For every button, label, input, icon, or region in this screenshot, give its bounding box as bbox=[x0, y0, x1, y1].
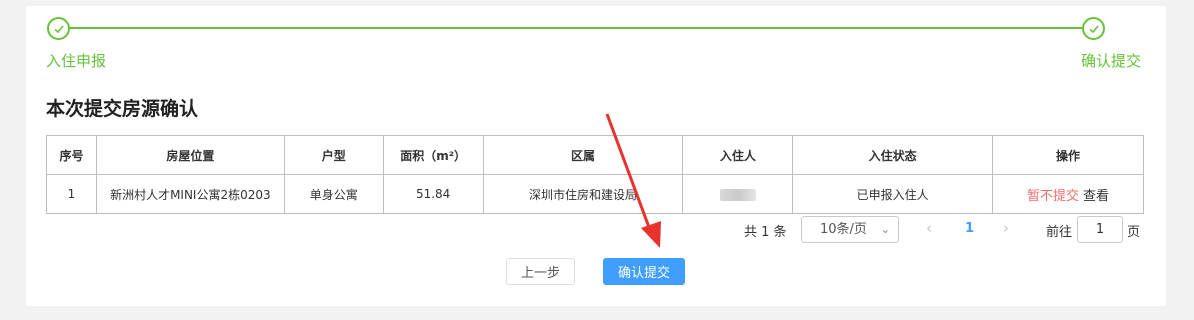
column-header: 序号 bbox=[46, 135, 97, 175]
goto-suffix: 页 bbox=[1127, 225, 1141, 240]
cell-type: 单身公寓 bbox=[283, 174, 384, 214]
table-row: 1 新洲村人才MINI公寓2栋0203 单身公寓 51.84 深圳市住房和建设局… bbox=[46, 174, 1144, 214]
step-2-label: 确认提交 bbox=[1081, 52, 1142, 70]
view-link[interactable]: 查看 bbox=[1083, 189, 1109, 204]
cell-status: 已申报入住人 bbox=[792, 174, 994, 214]
step-2-check-icon bbox=[1082, 17, 1105, 40]
page-title: 本次提交房源确认 bbox=[46, 98, 199, 120]
cell-location: 新洲村人才MINI公寓2栋0203 bbox=[95, 174, 285, 214]
goto-page-input[interactable]: 1 bbox=[1077, 216, 1123, 243]
current-page-number[interactable]: 1 bbox=[965, 221, 974, 236]
goto-prefix: 前往 bbox=[1046, 225, 1073, 240]
step-progress-line bbox=[58, 27, 1094, 29]
blurred-resident-name bbox=[719, 188, 756, 201]
page-size-select[interactable]: 10条/页 ⌄ bbox=[801, 216, 899, 243]
chevron-left-icon[interactable]: ‹ bbox=[926, 219, 932, 237]
cell-index: 1 bbox=[46, 174, 97, 214]
housing-table: 序号 房屋位置 户型 面积（m²） 区属 入住人 入住状态 操作 1 新洲村人才… bbox=[46, 135, 1144, 214]
column-header: 入住人 bbox=[682, 135, 794, 175]
column-header: 面积（m²） bbox=[382, 135, 484, 175]
step-1-label: 入住申报 bbox=[46, 52, 107, 70]
table-header-row: 序号 房屋位置 户型 面积（m²） 区属 入住人 入住状态 操作 bbox=[46, 135, 1144, 175]
step-1-check-icon bbox=[47, 17, 70, 40]
column-header: 区属 bbox=[482, 135, 684, 175]
cell-actions: 暂不提交 查看 bbox=[992, 174, 1144, 214]
chevron-right-icon[interactable]: › bbox=[1003, 219, 1009, 237]
cell-resident bbox=[682, 174, 794, 214]
cell-area: 51.84 bbox=[382, 174, 484, 214]
confirm-submit-button[interactable]: 确认提交 bbox=[603, 258, 685, 285]
previous-step-button[interactable]: 上一步 bbox=[506, 258, 575, 285]
cell-district: 深圳市住房和建设局 bbox=[482, 174, 684, 214]
column-header: 操作 bbox=[992, 135, 1144, 175]
column-header: 入住状态 bbox=[792, 135, 994, 175]
chevron-down-icon: ⌄ bbox=[880, 223, 890, 236]
column-header: 户型 bbox=[283, 135, 384, 175]
page-size-value: 10条/页 bbox=[820, 222, 867, 237]
defer-submit-link[interactable]: 暂不提交 bbox=[1027, 189, 1079, 204]
pagination-total: 共 1 条 bbox=[744, 225, 787, 240]
column-header: 房屋位置 bbox=[95, 135, 285, 175]
